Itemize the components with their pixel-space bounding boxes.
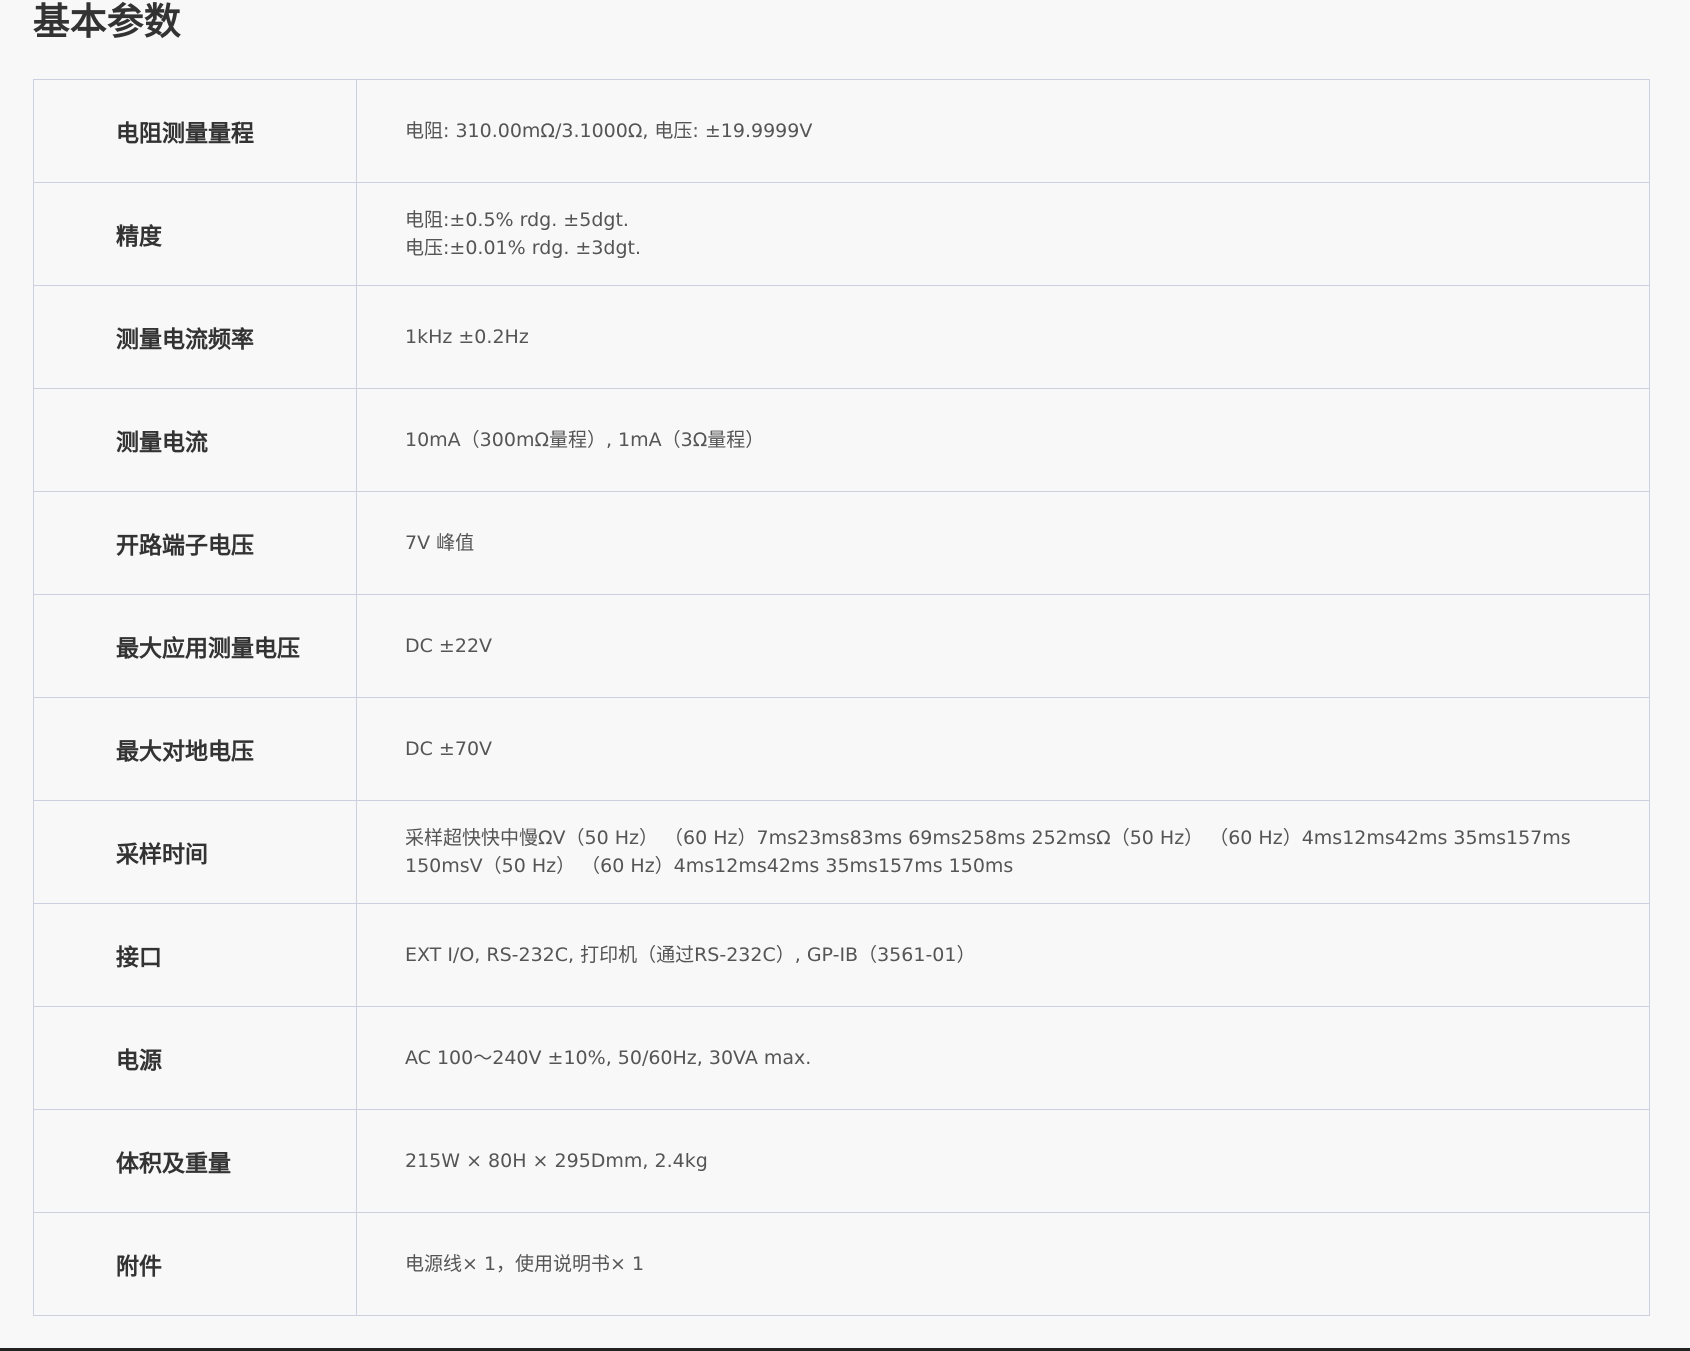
- spec-row: 开路端子电压 7V 峰值: [33, 491, 1650, 595]
- spec-value: 7V 峰值: [356, 491, 1650, 595]
- spec-row: 体积及重量 215W × 80H × 295Dmm, 2.4kg: [33, 1109, 1650, 1213]
- spec-row: 附件 电源线× 1，使用说明书× 1: [33, 1212, 1650, 1316]
- spec-row: 测量电流 10mA（300mΩ量程）, 1mA（3Ω量程）: [33, 388, 1650, 492]
- spec-label: 最大应用测量电压: [33, 594, 357, 698]
- spec-value: DC ±70V: [356, 697, 1650, 801]
- spec-value-line: AC 100～240V ±10%, 50/60Hz, 30VA max.: [405, 1047, 812, 1069]
- spec-value: 1kHz ±0.2Hz: [356, 285, 1650, 389]
- spec-label: 最大对地电压: [33, 697, 357, 801]
- spec-label: 接口: [33, 903, 357, 1007]
- spec-value: DC ±22V: [356, 594, 1650, 698]
- spec-table-body: 电阻测量量程 电阻: 310.00mΩ/3.1000Ω, 电压: ±19.9999…: [33, 79, 1650, 1316]
- spec-value-line: DC ±70V: [405, 738, 493, 760]
- spec-value-line: 电阻: 310.00mΩ/3.1000Ω, 电压: ±19.9999V: [405, 120, 813, 142]
- spec-row: 最大应用测量电压 DC ±22V: [33, 594, 1650, 698]
- spec-value-line: 采样超快快中慢ΩV（50 Hz） （60 Hz）7ms23ms83ms 69ms…: [405, 827, 1571, 849]
- spec-row: 测量电流频率 1kHz ±0.2Hz: [33, 285, 1650, 389]
- spec-value: 电阻: 310.00mΩ/3.1000Ω, 电压: ±19.9999V: [356, 79, 1650, 183]
- spec-row: 接口 EXT I/O, RS-232C, 打印机（通过RS-232C）, GP-I…: [33, 903, 1650, 1007]
- spec-label: 开路端子电压: [33, 491, 357, 595]
- spec-value: 电阻:±0.5% rdg. ±5dgt. 电压:±0.01% rdg. ±3dgt…: [356, 182, 1650, 286]
- spec-value-line: 215W × 80H × 295Dmm, 2.4kg: [405, 1150, 708, 1172]
- page-title: 基本参数: [33, 0, 181, 43]
- spec-value: 215W × 80H × 295Dmm, 2.4kg: [356, 1109, 1650, 1213]
- spec-value-line: 电阻:±0.5% rdg. ±5dgt.: [405, 209, 629, 231]
- spec-value-line: 电源线× 1，使用说明书× 1: [405, 1253, 645, 1275]
- spec-label: 附件: [33, 1212, 357, 1316]
- spec-row: 精度 电阻:±0.5% rdg. ±5dgt. 电压:±0.01% rdg. ±3d…: [33, 182, 1650, 286]
- spec-value-line: 10mA（300mΩ量程）, 1mA（3Ω量程）: [405, 429, 765, 451]
- spec-table: 电阻测量量程 电阻: 310.00mΩ/3.1000Ω, 电压: ±19.9999…: [33, 79, 1650, 1316]
- spec-value: 电源线× 1，使用说明书× 1: [356, 1212, 1650, 1316]
- spec-row: 电阻测量量程 电阻: 310.00mΩ/3.1000Ω, 电压: ±19.9999…: [33, 79, 1650, 183]
- spec-row: 最大对地电压 DC ±70V: [33, 697, 1650, 801]
- spec-row: 电源 AC 100～240V ±10%, 50/60Hz, 30VA max.: [33, 1006, 1650, 1110]
- spec-label: 体积及重量: [33, 1109, 357, 1213]
- spec-label: 精度: [33, 182, 357, 286]
- spec-label: 电源: [33, 1006, 357, 1110]
- spec-row: 采样时间 采样超快快中慢ΩV（50 Hz） （60 Hz）7ms23ms83ms …: [33, 800, 1650, 904]
- spec-value-line: 7V 峰值: [405, 532, 475, 554]
- spec-value: 10mA（300mΩ量程）, 1mA（3Ω量程）: [356, 388, 1650, 492]
- spec-value-line: 电压:±0.01% rdg. ±3dgt.: [405, 237, 642, 259]
- spec-value: 采样超快快中慢ΩV（50 Hz） （60 Hz）7ms23ms83ms 69ms…: [356, 800, 1650, 904]
- spec-value-line: 1kHz ±0.2Hz: [405, 326, 529, 348]
- spec-value: AC 100～240V ±10%, 50/60Hz, 30VA max.: [356, 1006, 1650, 1110]
- spec-label: 采样时间: [33, 800, 357, 904]
- spec-label: 测量电流: [33, 388, 357, 492]
- spec-value-line: 150msV（50 Hz） （60 Hz）4ms12ms42ms 35ms157…: [405, 855, 1014, 877]
- spec-label: 电阻测量量程: [33, 79, 357, 183]
- spec-value: EXT I/O, RS-232C, 打印机（通过RS-232C）, GP-IB（…: [356, 903, 1650, 1007]
- spec-label: 测量电流频率: [33, 285, 357, 389]
- spec-value-line: EXT I/O, RS-232C, 打印机（通过RS-232C）, GP-IB（…: [405, 944, 976, 966]
- spec-value-line: DC ±22V: [405, 635, 493, 657]
